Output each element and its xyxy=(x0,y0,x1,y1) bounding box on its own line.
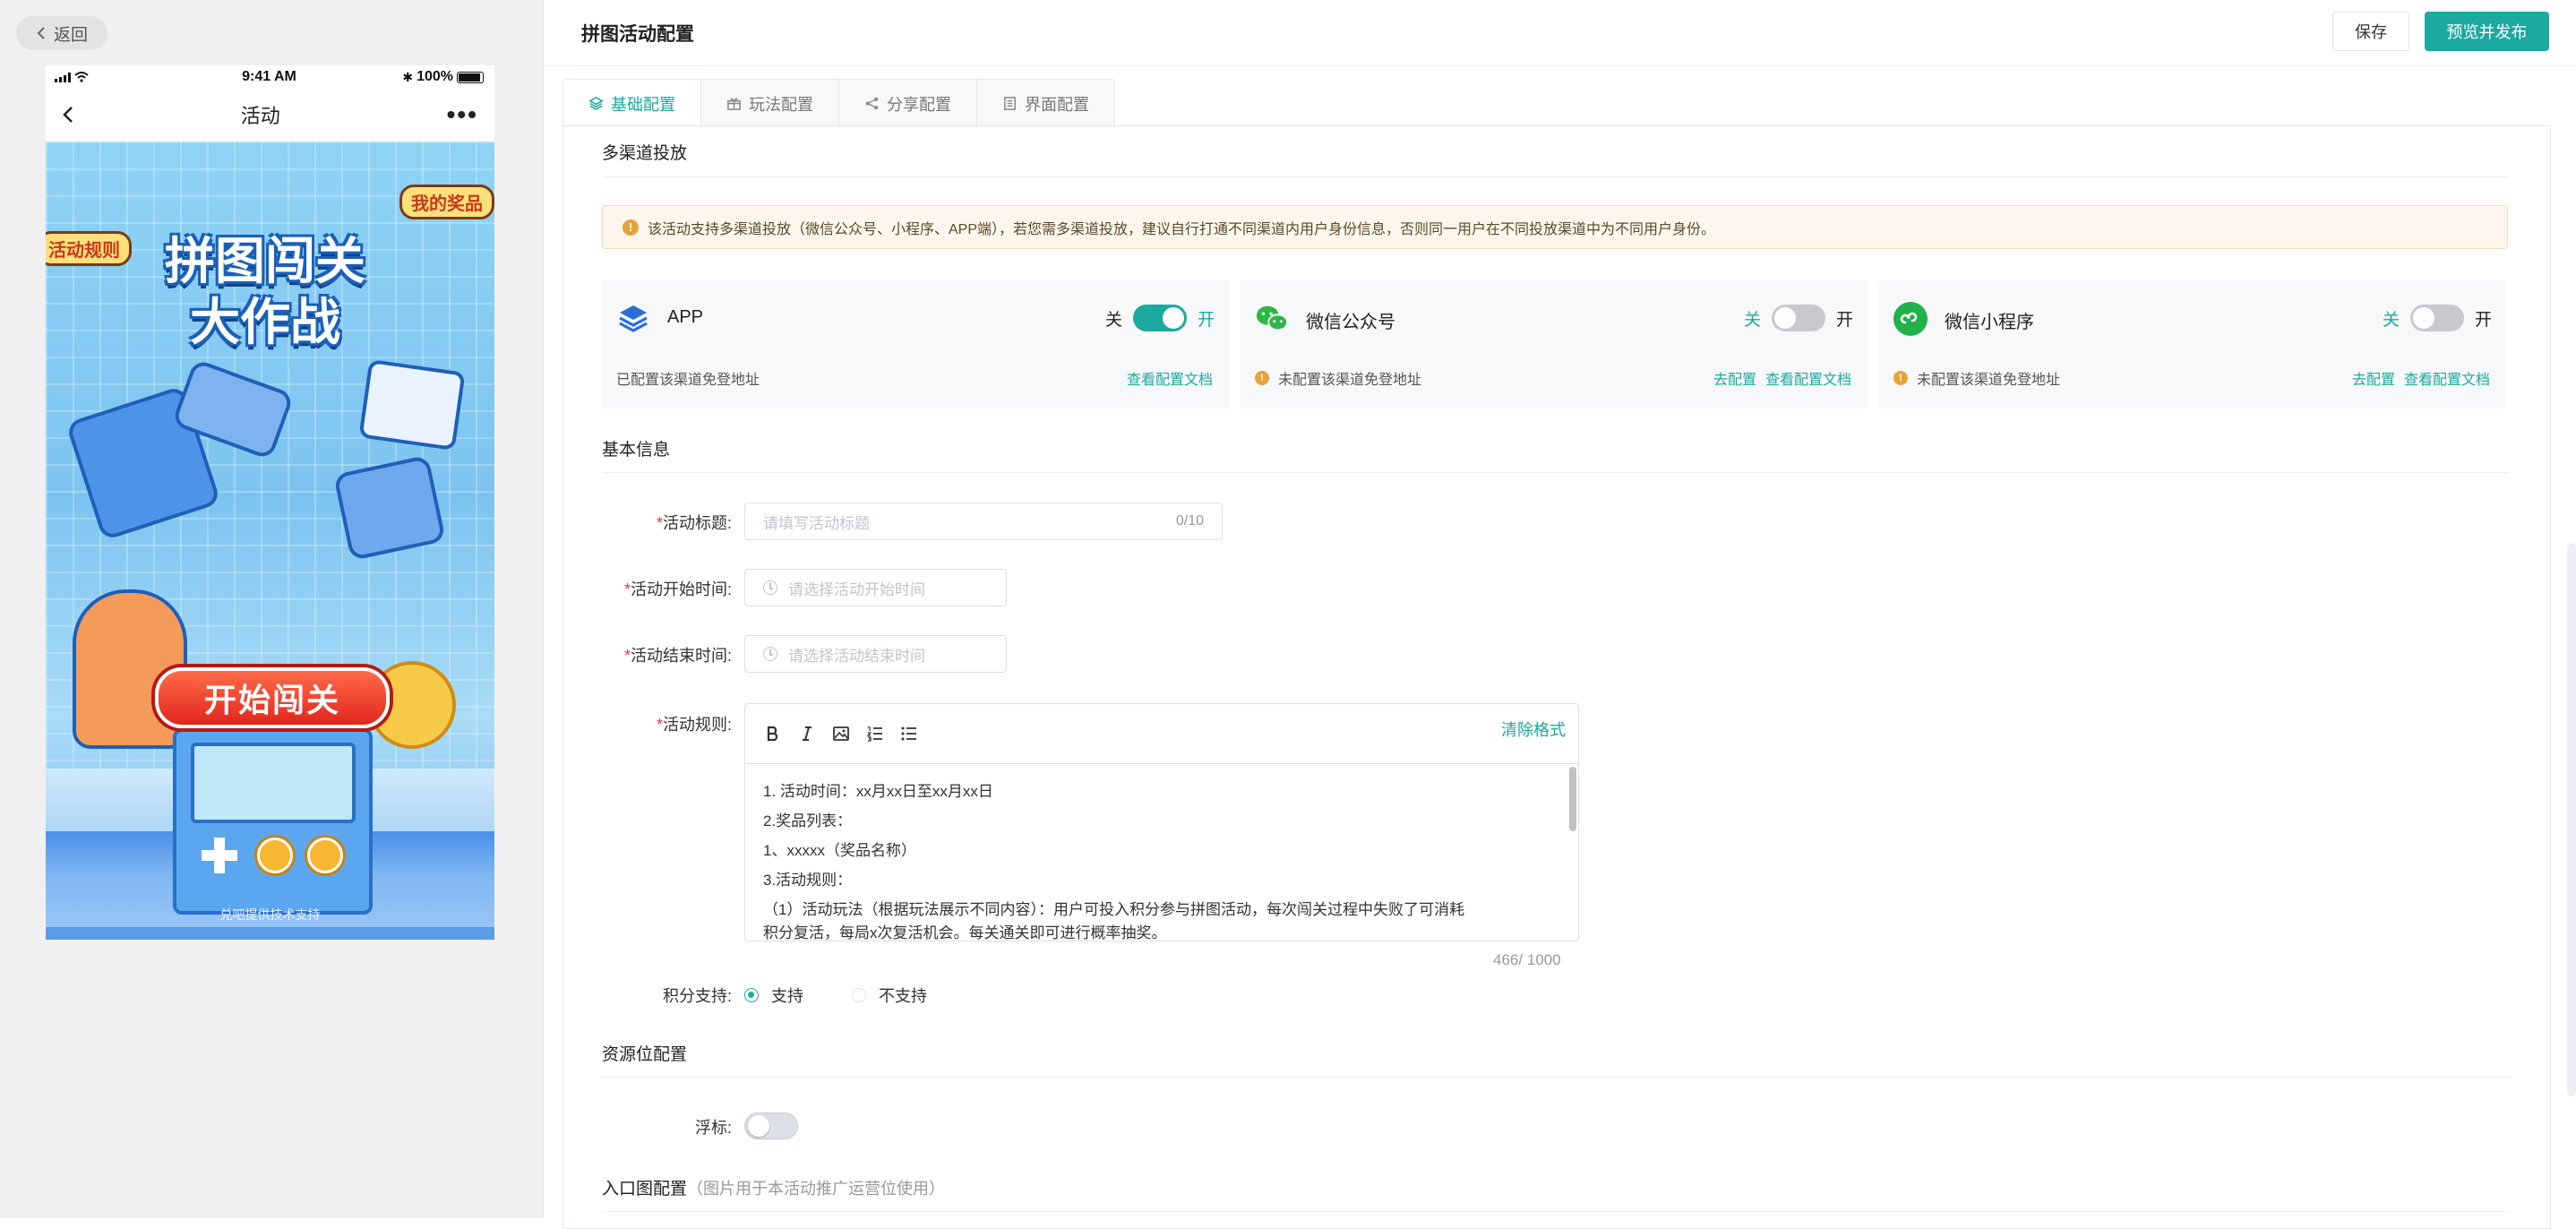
end-time-picker[interactable]: 请选择活动结束时间 xyxy=(744,635,1007,673)
points-radio-support[interactable]: 支持 xyxy=(744,984,803,1007)
start-game-button[interactable]: 开始闯关 xyxy=(155,667,390,728)
image-icon[interactable] xyxy=(831,724,851,743)
channel-name: 微信小程序 xyxy=(1945,313,2034,332)
multichannel-notice: ! 该活动支持多渠道投放（微信公众号、小程序、APP端），若您需多渠道投放，建议… xyxy=(602,205,2508,249)
phone-preview: 9:41 AM ✱ 100% 活动 ••• 活动规则 我的奖品 拼图闯关 大作战… xyxy=(46,65,494,940)
poster-rules-tag[interactable]: 活动规则 xyxy=(46,231,132,266)
ordered-list-icon[interactable] xyxy=(865,724,885,743)
view-doc-link[interactable]: 查看配置文档 xyxy=(2404,367,2490,389)
warning-icon: ! xyxy=(623,219,639,236)
float-label: 浮标: xyxy=(694,1119,732,1137)
wifi-icon xyxy=(74,72,89,82)
title-input[interactable]: 请填写活动标题 0/10 xyxy=(744,503,1223,540)
clear-format-button[interactable]: 清除格式 xyxy=(1501,718,1566,741)
clock-icon xyxy=(763,647,777,661)
more-icon[interactable]: ••• xyxy=(447,100,478,129)
editor-toolbar: 清除格式 xyxy=(745,704,1578,764)
gift-icon xyxy=(727,98,741,110)
basic-info-section-title: 基本信息 xyxy=(602,441,671,460)
start-time-label: *活动开始时间: xyxy=(623,580,732,598)
wechat-icon xyxy=(1255,302,1289,336)
view-doc-link[interactable]: 查看配置文档 xyxy=(1127,367,1213,389)
rules-editor-content[interactable]: 1. 活动时间：xx月xx日至xx月xx日 2.奖品列表： 1、xxxxx（奖品… xyxy=(745,764,1578,954)
tab-basic[interactable]: 基础配置 xyxy=(563,80,701,127)
back-button[interactable]: 返回 xyxy=(16,16,107,50)
warning-icon: ! xyxy=(1255,371,1269,385)
clock-icon xyxy=(763,580,777,595)
phone-status-bar: 9:41 AM ✱ 100% xyxy=(46,65,494,89)
configure-link[interactable]: 去配置 xyxy=(2352,367,2395,389)
main-content: 拼图活动配置 保存 预览并发布 基础配置 玩法配置 分享配置 界面配置 多渠道投… xyxy=(544,0,2576,1229)
warning-icon: ! xyxy=(1893,371,1908,385)
phone-time: 9:41 AM xyxy=(242,69,296,84)
channel-name: APP xyxy=(667,307,704,327)
rules-label: *活动规则: xyxy=(656,716,732,734)
channel-card-app: APP 关 开 已配置该渠道免登地址 查看配置文档 xyxy=(602,280,1229,408)
chevron-left-icon xyxy=(37,27,45,39)
signal-icon xyxy=(55,72,71,82)
share-icon xyxy=(865,97,879,110)
channel-card-wechat-official: 微信公众号 关 开 ! 未配置该渠道免登地址 去配置 查看配置文档 xyxy=(1241,280,1868,408)
channel-status: 未配置该渠道免登地址 xyxy=(1278,373,1422,388)
page-title: 拼图活动配置 xyxy=(581,24,694,45)
editor-scrollbar[interactable] xyxy=(1569,767,1576,831)
puzzle-piece-decoration xyxy=(332,454,447,562)
title-label: *活动标题: xyxy=(656,514,732,532)
entry-image-hint: （图片用于本活动推广运营位使用） xyxy=(687,1180,946,1198)
channel-toggle-wechat-official[interactable] xyxy=(1771,305,1825,331)
page-scrollbar[interactable] xyxy=(2567,543,2576,1096)
poster-prizes-tag[interactable]: 我的奖品 xyxy=(399,185,494,219)
channel-status: 已配置该渠道免登地址 xyxy=(616,373,760,388)
preview-publish-button[interactable]: 预览并发布 xyxy=(2425,12,2549,51)
channel-status: 未配置该渠道免登地址 xyxy=(1917,373,2061,388)
points-radio-not-support[interactable]: 不支持 xyxy=(852,984,927,1007)
battery-icon xyxy=(457,71,484,83)
bold-icon[interactable] xyxy=(763,724,783,743)
points-label: 积分支持: xyxy=(662,987,732,1005)
start-time-picker[interactable]: 请选择活动开始时间 xyxy=(744,569,1007,606)
channel-toggle-app[interactable] xyxy=(1132,305,1187,331)
poster-footer: 兑吧提供技术支持 xyxy=(219,907,321,922)
resource-section-title: 资源位配置 xyxy=(602,1045,688,1064)
bluetooth-icon: ✱ xyxy=(402,69,414,84)
layers-icon xyxy=(588,97,604,110)
phone-nav-title: 活动 xyxy=(240,105,280,127)
tab-share[interactable]: 分享配置 xyxy=(839,80,977,127)
float-toggle[interactable] xyxy=(744,1113,798,1139)
end-time-label: *活动结束时间: xyxy=(623,647,732,665)
italic-icon[interactable] xyxy=(797,724,817,743)
battery-percent: 100% xyxy=(416,69,453,84)
phone-nav-bar: 活动 ••• xyxy=(46,89,494,141)
miniprogram-icon xyxy=(1893,302,1928,336)
bullet-list-icon[interactable] xyxy=(899,724,919,743)
puzzle-piece-decoration xyxy=(358,358,466,451)
config-tabs: 基础配置 玩法配置 分享配置 界面配置 xyxy=(562,79,1115,127)
entry-image-section-title: 入口图配置（图片用于本活动推广运营位使用） xyxy=(602,1180,946,1199)
tab-interface[interactable]: 界面配置 xyxy=(977,80,1114,127)
view-doc-link[interactable]: 查看配置文档 xyxy=(1765,367,1851,389)
top-header: 拼图活动配置 保存 预览并发布 xyxy=(544,0,2576,66)
rules-char-count: 466/ 1000 xyxy=(1493,951,1561,968)
points-radio-group: 支持 不支持 xyxy=(744,984,927,1007)
channel-toggle-miniprogram[interactable] xyxy=(2409,305,2464,331)
document-icon xyxy=(1004,97,1016,110)
title-char-count: 0/10 xyxy=(1175,513,1204,529)
preview-pane: 返回 9:41 AM ✱ 100% 活动 ••• 活动规则 我的奖品 拼图闯关 … xyxy=(0,0,544,1218)
configure-link[interactable]: 去配置 xyxy=(1713,367,1756,389)
back-button-label: 返回 xyxy=(53,25,88,45)
activity-poster: 活动规则 我的奖品 拼图闯关 大作战 开始闯关 兑吧提供技术支持 xyxy=(46,142,494,940)
layers-icon xyxy=(616,302,650,336)
dpad-icon xyxy=(202,838,237,873)
tab-gameplay[interactable]: 玩法配置 xyxy=(701,80,839,127)
chevron-left-icon[interactable] xyxy=(62,105,74,125)
channel-name: 微信公众号 xyxy=(1306,313,1395,332)
poster-title: 拼图闯关 大作战 xyxy=(165,233,365,350)
game-machine-decoration xyxy=(173,728,373,915)
channel-card-miniprogram: 微信小程序 关 开 ! 未配置该渠道免登地址 去配置 查看配置文档 xyxy=(1879,280,2506,408)
rules-editor: 清除格式 1. 活动时间：xx月xx日至xx月xx日 2.奖品列表： 1、xxx… xyxy=(744,703,1579,941)
multichannel-section-title: 多渠道投放 xyxy=(602,144,688,163)
save-button[interactable]: 保存 xyxy=(2332,12,2409,51)
